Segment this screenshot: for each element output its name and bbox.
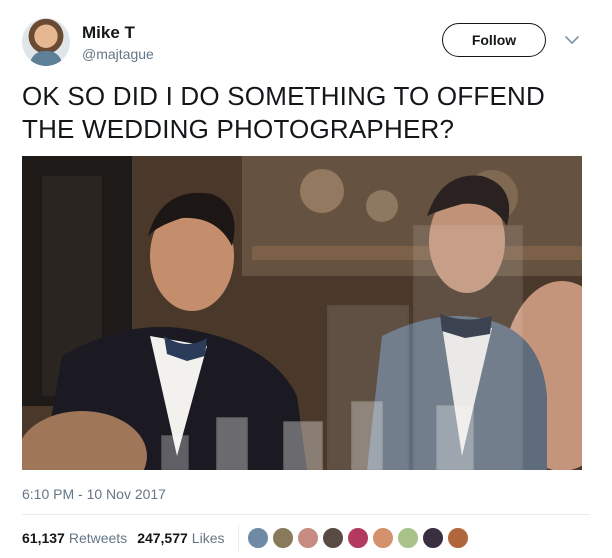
liker-avatar[interactable]: [372, 527, 395, 549]
chevron-down-icon[interactable]: [562, 30, 582, 50]
tweet-text: OK SO DID I DO SOMETHING TO OFFEND THE W…: [22, 81, 545, 144]
liker-avatar[interactable]: [297, 527, 320, 549]
tweet-photo[interactable]: [22, 156, 582, 470]
user-name[interactable]: Mike T: [82, 23, 135, 43]
liker-avatar[interactable]: [447, 527, 470, 549]
follow-button[interactable]: Follow: [442, 23, 546, 57]
liker-avatar[interactable]: [272, 527, 295, 549]
liker-avatar[interactable]: [397, 527, 420, 549]
stats-separator: [238, 525, 240, 551]
liker-avatars: [247, 527, 472, 549]
liker-avatar[interactable]: [247, 527, 270, 549]
liker-avatar[interactable]: [347, 527, 370, 549]
tweet-header: Mike T @majtague Follow: [22, 18, 590, 70]
divider: [22, 514, 590, 515]
likes-label[interactable]: Likes: [192, 530, 225, 546]
retweets-label[interactable]: Retweets: [69, 530, 127, 546]
liker-avatar[interactable]: [422, 527, 445, 549]
user-handle[interactable]: @majtague: [82, 46, 154, 62]
tweet-stats: 61,137 Retweets 247,577 Likes: [22, 525, 472, 551]
retweets-count[interactable]: 61,137: [22, 530, 65, 546]
liker-avatar[interactable]: [322, 527, 345, 549]
likes-count[interactable]: 247,577: [137, 530, 188, 546]
tweet-timestamp[interactable]: 6:10 PM - 10 Nov 2017: [22, 486, 166, 502]
avatar[interactable]: [22, 18, 70, 66]
